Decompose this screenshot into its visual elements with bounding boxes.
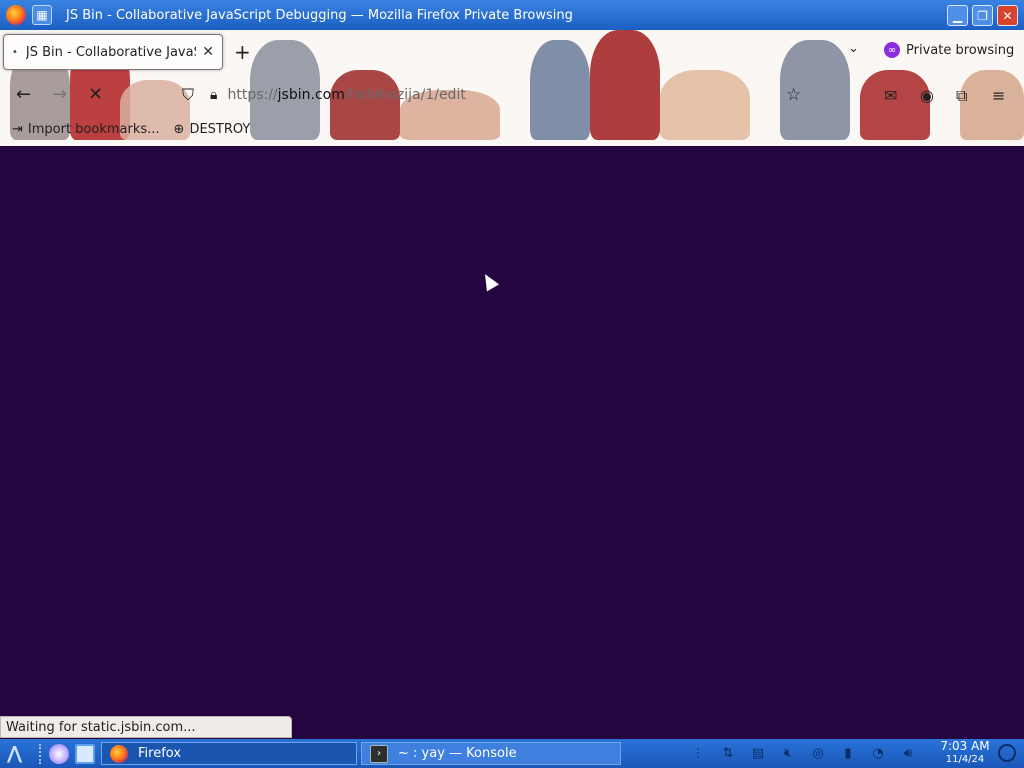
private-browsing-label: Private browsing <box>906 42 1015 58</box>
globe-icon: ⊕ <box>173 122 185 137</box>
new-tab-icon[interactable]: + <box>234 40 251 64</box>
browser-toolbar: • JS Bin - Collaborative JavaScript Debu… <box>0 30 1024 146</box>
mute-icon[interactable]: 🔇︎ <box>778 746 798 761</box>
status-panel: Waiting for static.jsbin.com... <box>0 716 292 738</box>
system-tray: ⋮ ⇅ ▤ 🔇︎ ◎ ▮ ◔ 🔊︎ <box>688 739 918 768</box>
tab-close-icon[interactable]: ✕ <box>202 44 214 60</box>
menu-icon[interactable]: ≡ <box>992 86 1005 105</box>
window-menu-icon[interactable]: ▦ <box>32 5 52 25</box>
task-firefox[interactable]: Firefox <box>101 742 357 765</box>
task-konsole[interactable]: › ~ : yay — Konsole <box>361 742 621 765</box>
battery-icon[interactable]: ▮ <box>838 746 858 761</box>
private-mask-icon: ∞ <box>884 42 900 58</box>
bookmark-import[interactable]: ⇥ Import bookmarks... <box>12 122 160 137</box>
taskbar-separator <box>39 743 43 764</box>
clock[interactable]: 7:03 AM 11/4/24 <box>936 740 994 766</box>
lock-icon[interactable]: 🔒︎ <box>210 87 217 103</box>
network-icon[interactable]: ⇅ <box>718 746 738 761</box>
import-icon: ⇥ <box>12 122 23 137</box>
minimize-icon[interactable]: ▁ <box>947 5 968 26</box>
tab-title: JS Bin - Collaborative JavaScript Debugg… <box>25 44 196 60</box>
bookmark-destroy[interactable]: ⊕ DESTROY <box>174 122 251 137</box>
tray-grip-icon: ⋮ <box>691 746 705 761</box>
tab-list-chevron-icon[interactable]: ⌄ <box>848 41 859 56</box>
quicklaunch-app-icon[interactable] <box>49 743 69 764</box>
extensions-icon[interactable]: ⧉ <box>956 86 967 106</box>
bookmarks-toolbar: ⇥ Import bookmarks... ⊕ DESTROY <box>12 122 250 137</box>
clipboard-icon[interactable]: ▤ <box>748 746 768 761</box>
window-title: JS Bin - Collaborative JavaScript Debugg… <box>66 7 573 23</box>
tab-jsbin[interactable]: • JS Bin - Collaborative JavaScript Debu… <box>3 34 223 70</box>
show-desktop-icon[interactable] <box>75 743 95 764</box>
maximize-icon[interactable]: ❐ <box>972 5 993 26</box>
konsole-task-icon: › <box>370 744 388 763</box>
tab-loading-indicator: • <box>12 46 18 58</box>
pocket-icon[interactable]: ✉ <box>884 86 897 105</box>
bookmark-star-icon[interactable]: ☆ <box>786 85 801 105</box>
back-icon[interactable]: ← <box>16 84 31 105</box>
window-titlebar: ▦ JS Bin - Collaborative JavaScript Debu… <box>0 0 1024 30</box>
window-controls: ▁ ❐ ✕ <box>947 5 1018 26</box>
firefox-task-icon <box>110 744 128 763</box>
account-icon[interactable]: ◉ <box>920 86 934 105</box>
close-window-icon[interactable]: ✕ <box>997 5 1018 26</box>
updates-icon[interactable]: ◔ <box>868 746 888 761</box>
url-bar[interactable]: ⛉ 🔒︎ https://jsbin.com/holohozija/1/edit… <box>178 80 818 110</box>
stop-icon[interactable]: ✕ <box>88 84 103 105</box>
eye-icon[interactable]: ◎ <box>808 746 828 761</box>
start-menu-icon[interactable]: ⋀ <box>7 743 29 764</box>
volume-icon[interactable]: 🔊︎ <box>898 746 918 761</box>
url-text[interactable]: https://jsbin.com/holohozija/1/edit <box>227 87 465 103</box>
page-content[interactable] <box>0 146 1024 739</box>
private-browsing-indicator: ∞ Private browsing <box>884 42 1014 58</box>
firefox-logo-icon <box>6 5 26 25</box>
taskbar: ⋀ Firefox › ~ : yay — Konsole ⋮ ⇅ ▤ 🔇︎ ◎… <box>0 739 1024 768</box>
tracking-shield-icon[interactable]: ⛉ <box>182 85 194 105</box>
forward-icon[interactable]: → <box>52 84 67 105</box>
notifications-icon[interactable] <box>998 744 1016 762</box>
